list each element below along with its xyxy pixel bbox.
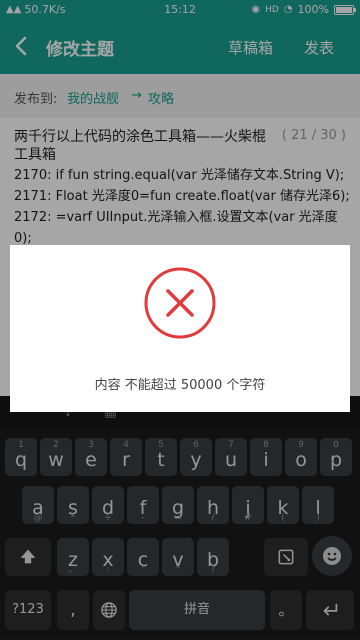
- error-message: 内容 不能超过 50000 个字符: [94, 378, 266, 393]
- error-x-icon: [144, 267, 216, 339]
- error-dialog: 内容 不能超过 50000 个字符: [10, 245, 350, 412]
